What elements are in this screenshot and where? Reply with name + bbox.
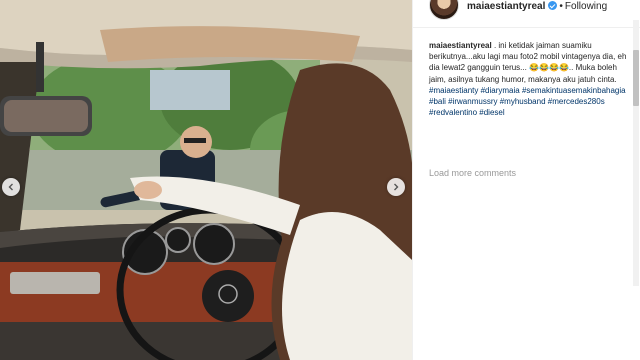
load-more-comments-button[interactable]: Load more comments — [429, 168, 516, 178]
hashtag-list: #maiaestianty #diarymaia #semakintuasema… — [429, 86, 626, 117]
scrollbar-thumb[interactable] — [633, 50, 639, 106]
verified-badge-icon — [548, 1, 558, 10]
caption-username[interactable]: maiaestiantyreal — [429, 41, 492, 50]
hashtag-link[interactable]: #diesel — [479, 108, 504, 117]
avatar[interactable] — [429, 0, 459, 20]
dot-separator: • — [559, 1, 563, 12]
hashtag-link[interactable]: #myhusband — [500, 97, 546, 106]
hashtag-link[interactable]: #maiaestianty — [429, 86, 478, 95]
carousel-next-button[interactable] — [387, 178, 405, 196]
hashtag-link[interactable]: #bali — [429, 97, 446, 106]
car-interior-photo — [0, 0, 412, 360]
chevron-right-icon — [394, 183, 399, 191]
carousel-prev-button[interactable] — [2, 178, 20, 196]
hashtag-link[interactable]: #redvalentino — [429, 108, 477, 117]
post-caption: maiaestiantyreal . ini ketidak jaiman su… — [429, 40, 627, 118]
post-header: maiaestiantyreal • Following — [413, 0, 640, 28]
hashtag-link[interactable]: #diarymaia — [481, 86, 520, 95]
hashtag-link[interactable]: #semakintuasemakinbahagia — [522, 86, 626, 95]
following-button[interactable]: Following — [565, 1, 607, 12]
hashtag-link[interactable]: #irwanmussry — [448, 97, 497, 106]
post-side-panel: maiaestiantyreal • Following maiaestiantyr… — [412, 0, 640, 360]
post-photo — [0, 0, 412, 360]
header-username[interactable]: maiaestiantyreal — [467, 1, 545, 12]
header-user-line: maiaestiantyreal • Following — [467, 1, 607, 12]
chevron-left-icon — [8, 183, 13, 191]
hashtag-link[interactable]: #mercedes280s — [548, 97, 605, 106]
scrollbar[interactable] — [633, 20, 639, 286]
